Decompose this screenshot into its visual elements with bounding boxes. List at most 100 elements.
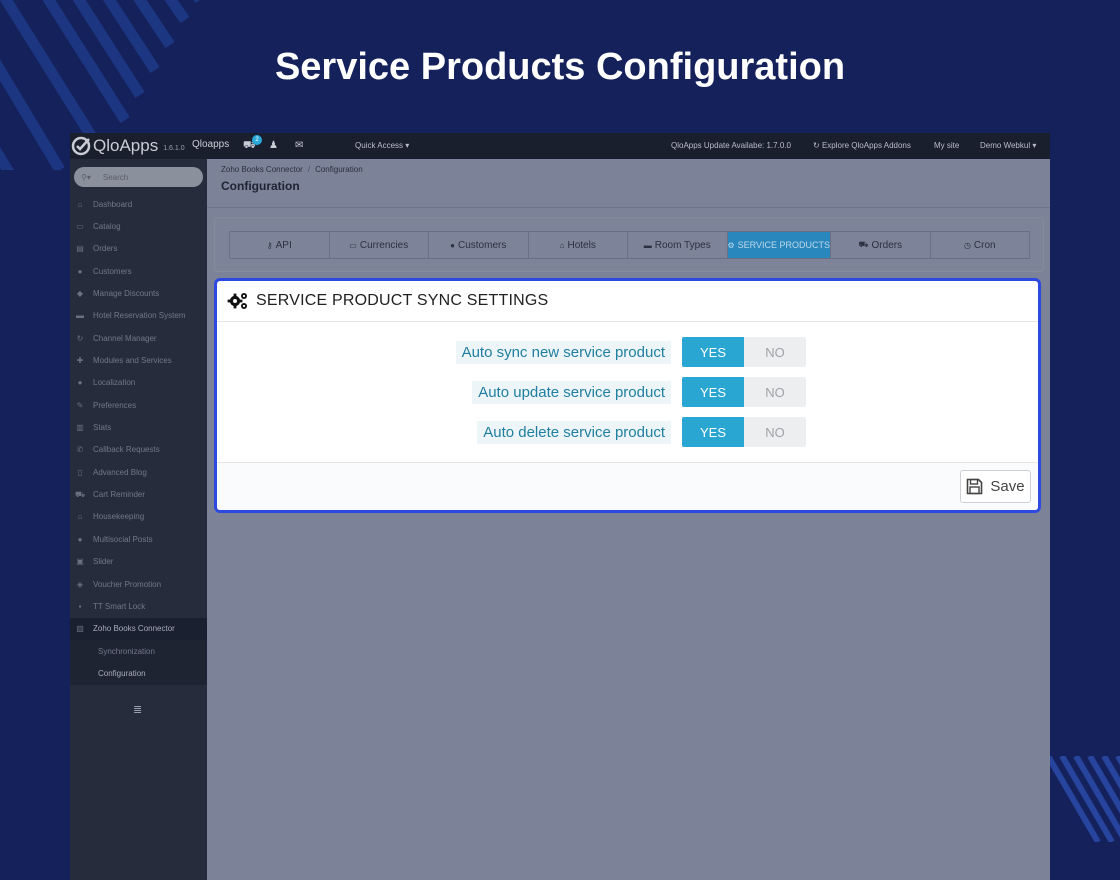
tab-label: SERVICE PRODUCTS [737,240,831,250]
breadcrumb: Zoho Books Connector / Configuration [221,165,363,174]
auto-delete-toggle[interactable]: YES NO [682,417,806,447]
sidebar-item-label: Slider [93,557,114,567]
panel-header: SERVICE PRODUCT SYNC SETTINGS [217,281,1038,322]
sidebar-item-localization[interactable]: ● Localization [70,372,207,394]
my-site-link[interactable]: My site [934,141,959,150]
user-icon: ● [450,240,455,250]
key-icon: ⚷ [266,240,273,250]
sidebar-item-label: Localization [93,378,136,388]
sidebar-item-label: Housekeeping [93,512,145,522]
bed-icon: ▬ [643,240,652,250]
sidebar-item-dashboard[interactable]: ⌂ Dashboard [70,193,207,215]
setting-label: Auto delete service product [477,421,671,444]
search-input[interactable]: ⚲▾ Search [74,167,203,187]
yes-option[interactable]: YES [682,337,744,367]
tab-api[interactable]: ⚷ API [230,232,330,258]
tag-icon: ◆ [76,289,84,299]
hero-title: Service Products Configuration [274,46,846,88]
sidebar-item-label: Customers [93,266,132,276]
yes-option[interactable]: YES [682,417,744,447]
sidebar-item-voucher-promotion[interactable]: ◈ Voucher Promotion [70,573,207,595]
sidebar-item-label: Orders [93,244,118,254]
sidebar-menu: ⌂ Dashboard ▭ Catalog ▤ Orders ● Customers ◆… [70,193,207,685]
sidebar-item-modules[interactable]: ✚ Modules and Services [70,349,207,371]
caret-down-icon: ▾ [405,141,410,150]
tab-label: Cron [973,239,996,251]
sidebar-item-label: Voucher Promotion [93,579,162,589]
sidebar-item-label: Dashboard [93,199,133,209]
explore-addons-link[interactable]: ↻ Explore QloApps Addons [813,141,911,150]
shop-name-link[interactable]: Qloapps [192,139,229,150]
brand-name: QloApps [93,136,159,155]
money-icon: ▭ [349,240,357,250]
setting-row-auto-delete: Auto delete service product YES NO [217,417,1038,447]
sidebar-item-cart-reminder[interactable]: ⛟ Cart Reminder [70,483,207,505]
sidebar-item-catalog[interactable]: ▭ Catalog [70,215,207,237]
no-option[interactable]: NO [744,377,806,407]
sidebar-subitem-configuration[interactable]: Configuration [70,662,207,685]
sidebar-item-multisocial-posts[interactable]: ● Multisocial Posts [70,528,207,550]
collapse-menu-icon[interactable]: ≣ [133,703,142,716]
qloapps-logo[interactable]: QloApps 1.6.1.0 [70,135,185,157]
tab-label: Hotels [567,239,596,251]
user-menu-dropdown[interactable]: Demo Webkul ▾ [980,141,1036,150]
sidebar-item-callback-requests[interactable]: ✆ Callback Requests [70,439,207,461]
tab-hotels[interactable]: ⌂ Hotels [529,232,628,258]
sidebar: ⚲▾ Search ⌂ Dashboard ▭ Catalog ▤ Orders ● C… [70,159,207,880]
yes-option[interactable]: YES [682,377,744,407]
lock-icon: ▪ [78,601,82,611]
sidebar-item-channel-manager[interactable]: ↻ Channel Manager [70,327,207,349]
sidebar-item-slider[interactable]: ▣ Slider [70,551,207,573]
no-option[interactable]: NO [744,337,806,367]
sidebar-item-label: Hotel Reservation System [93,311,186,321]
breadcrumb-parent[interactable]: Zoho Books Connector [221,165,303,174]
orders-icon: ▤ [76,244,84,254]
breadcrumb-separator: / [307,165,311,174]
setting-row-auto-update: Auto update service product YES NO [217,377,1038,407]
tab-label: API [275,239,292,251]
quick-access-dropdown[interactable]: Quick Access ▾ [355,141,409,150]
tabs-container: ⚷ API ▭ Currencies ● Customers ⌂ Hotels ▬ Roo… [214,217,1044,272]
caret-down-icon: ▾ [1032,141,1037,150]
search-icon: ⚲▾ [81,172,91,182]
tab-service-products[interactable]: ⚙ SERVICE PRODUCTS [727,232,832,258]
sidebar-item-manage-discounts[interactable]: ◆ Manage Discounts [70,282,207,304]
no-option[interactable]: NO [744,417,806,447]
sidebar-item-hotel-reservation[interactable]: ▬ Hotel Reservation System [70,305,207,327]
quick-access-label: Quick Access [355,141,404,150]
panel-title: SERVICE PRODUCT SYNC SETTINGS [256,292,549,309]
sidebar-item-stats[interactable]: ▥ Stats [70,416,207,438]
customers-icon: ● [77,266,83,276]
save-button[interactable]: Save [960,470,1031,503]
tab-room-types[interactable]: ▬ Room Types [628,232,728,258]
tab-customers[interactable]: ● Customers [429,232,529,258]
setting-row-auto-sync: Auto sync new service product YES NO [217,337,1038,367]
version-label: 1.6.1.0 [163,144,185,152]
tab-currencies[interactable]: ▭ Currencies [330,232,429,258]
sidebar-item-preferences[interactable]: ✎ Preferences [70,394,207,416]
config-tabs: ⚷ API ▭ Currencies ● Customers ⌂ Hotels ▬ Roo… [229,231,1030,259]
explore-addons-label: Explore QloApps Addons [821,141,911,150]
settings-rows: Auto sync new service product YES NO Aut… [217,322,1038,465]
breadcrumb-current: Configuration [315,165,363,174]
cart-icon: ⛟ [858,240,869,249]
sidebar-subitem-synchronization[interactable]: Synchronization [70,639,207,663]
sidebar-item-orders[interactable]: ▤ Orders [70,238,207,260]
mail-icon[interactable]: ✉ [295,140,303,151]
auto-sync-toggle[interactable]: YES NO [682,337,806,367]
globe-icon: ● [77,534,83,544]
update-notice-link[interactable]: QloApps Update Availabe: 1.7.0.0 [671,141,791,150]
sync-settings-panel: SERVICE PRODUCT SYNC SETTINGS Auto sync … [214,278,1041,513]
cogs-icon: ⚙ [727,240,735,250]
tab-orders[interactable]: ⛟ Orders [831,232,931,258]
setting-label: Auto sync new service product [455,341,671,364]
sidebar-item-label: Advanced Blog [93,467,147,477]
tab-cron[interactable]: ◷ Cron [931,232,1030,258]
auto-update-toggle[interactable]: YES NO [682,377,806,407]
sidebar-item-advanced-blog[interactable]: ▯ Advanced Blog [70,461,207,483]
sidebar-item-customers[interactable]: ● Customers [70,260,207,282]
user-icon[interactable]: ♟ [269,140,278,151]
sidebar-item-zoho-books-connector[interactable]: ▧ Zoho Books Connector [70,617,207,640]
sidebar-item-tt-smart-lock[interactable]: ▪ TT Smart Lock [70,595,207,617]
sidebar-item-housekeeping[interactable]: ⌂ Housekeeping [70,506,207,528]
